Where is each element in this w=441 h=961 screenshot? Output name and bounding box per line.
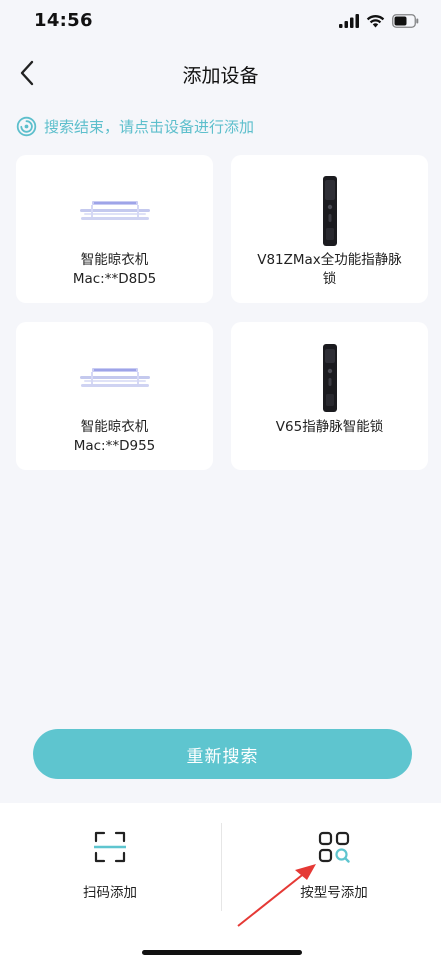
device-name: 智能晾衣机	[80, 252, 149, 268]
scan-icon	[30, 831, 190, 863]
page-title: 添加设备	[182, 65, 259, 87]
status-bar: 14:56	[0, 0, 441, 44]
device-card[interactable]: 智能晾衣机 Mac:**D8D5	[16, 155, 213, 303]
scan-add-label: 扫码添加	[83, 885, 137, 901]
cellular-signal-icon	[339, 14, 359, 28]
device-name: 智能晾衣机	[80, 419, 149, 435]
search-status-text: 搜索结束，请点击设备进行添加	[44, 118, 255, 136]
device-card[interactable]: V65指静脉智能锁	[231, 322, 428, 470]
device-card[interactable]: V81ZMax全功能指静脉 锁	[231, 155, 428, 303]
battery-icon	[392, 14, 419, 28]
status-icons	[339, 14, 419, 28]
status-time: 14:56	[34, 10, 93, 31]
search-complete-icon	[16, 116, 37, 137]
home-indicator	[142, 950, 302, 955]
device-mac: Mac:**D8D5	[72, 271, 157, 287]
smart-lock-image	[231, 176, 428, 246]
rescan-button[interactable]: 重新搜索	[33, 729, 412, 779]
model-add-label: 按型号添加	[300, 885, 368, 901]
device-name: V65指静脉智能锁	[275, 419, 384, 435]
nav-bar: 添加设备	[0, 50, 441, 96]
clothes-drying-rack-image	[16, 366, 213, 392]
clothes-drying-rack-image	[16, 199, 213, 225]
scan-add-button[interactable]: 扫码添加	[30, 831, 190, 905]
smart-lock-image	[231, 344, 428, 412]
grid-search-icon	[254, 831, 414, 863]
model-add-button[interactable]: 按型号添加	[254, 831, 414, 905]
bottom-panel: 扫码添加 按型号添加	[0, 803, 441, 961]
panel-divider	[221, 823, 222, 911]
device-name-line2: 锁	[322, 271, 337, 287]
device-card[interactable]: 智能晾衣机 Mac:**D955	[16, 322, 213, 470]
wifi-icon	[366, 14, 385, 28]
search-status: 搜索结束，请点击设备进行添加	[16, 116, 254, 137]
device-name: V81ZMax全功能指静脉	[257, 252, 402, 268]
device-mac: Mac:**D955	[73, 438, 156, 454]
